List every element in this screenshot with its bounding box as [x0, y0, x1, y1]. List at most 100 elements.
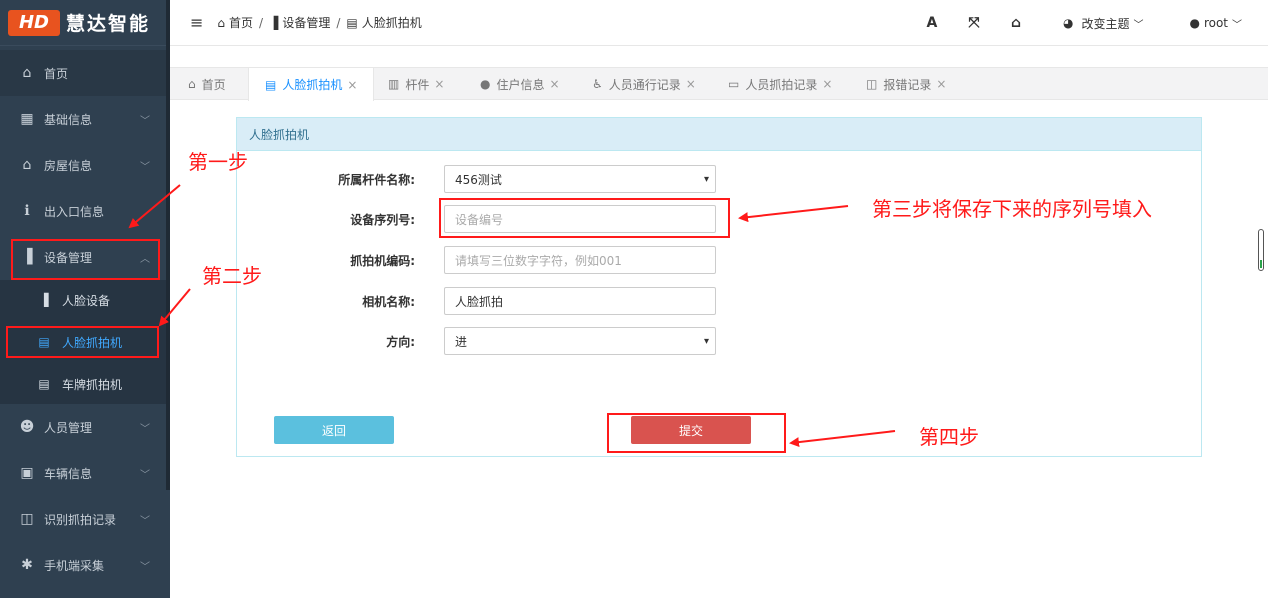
sidebar: HD 慧达智能 ⌂ 首页 ▦ 基础信息 ﹀ ⌂ 房屋信息 ﹀ ℹ 出入口信息 ▐… [0, 0, 170, 598]
close-icon[interactable]: × [686, 77, 696, 91]
sidebar-item-label: 首页 [44, 66, 69, 81]
tab-error-records[interactable]: ◫ 报错记录 × [866, 68, 946, 100]
tab-person-pass-records[interactable]: ♿ 人员通行记录 × [592, 68, 696, 100]
top-header: ≡ ⌂ 首页 / ▐ 设备管理 / ▤ 人脸抓拍机 A ⤧ ⌂ ◕ 改变主题 ﹀… [170, 0, 1268, 46]
breadcrumb: ⌂ 首页 / ▐ 设备管理 / ▤ 人脸抓拍机 [217, 14, 421, 31]
logo: HD 慧达智能 [0, 0, 170, 46]
theme-dropdown[interactable]: ◕ 改变主题 ﹀ [1063, 15, 1144, 32]
user-menu[interactable]: ● root ﹀ [1189, 16, 1242, 31]
sidebar-item-home[interactable]: ⌂ 首页 [0, 50, 166, 96]
close-icon[interactable]: × [550, 77, 560, 91]
tab-bar: ⌂ 首页 ▤ 人脸抓拍机 × ▥ 杆件 × ● 住户信息 × ♿ 人员通行记录 … [170, 67, 1268, 101]
annotation-box-face-camera [6, 326, 159, 358]
chevron-down-icon: ﹀ [140, 515, 150, 527]
form-row-camera-name: 相机名称: 人脸抓拍 [237, 287, 1203, 315]
field-label: 方向: [386, 334, 415, 349]
chevron-down-icon: ▾ [703, 335, 709, 347]
palette-icon: ◕ [1062, 16, 1074, 30]
breadcrumb-item[interactable]: 首页 [229, 14, 253, 31]
users-icon: ☻ [19, 419, 35, 435]
direction-select[interactable]: 进 ▾ [444, 327, 716, 355]
field-label: 设备序列号: [350, 212, 415, 227]
back-button[interactable]: 返回 [274, 416, 394, 444]
chevron-down-icon: ﹀ [140, 561, 150, 573]
chevron-down-icon: ﹀ [140, 469, 150, 481]
close-icon[interactable]: × [822, 77, 832, 91]
form-row-camera-code: 抓拍机编码: 请填写三位数字字符，例如001 [237, 246, 1203, 274]
camera-name-input[interactable]: 人脸抓拍 [444, 287, 716, 315]
sidebar-item-label: 车辆信息 [44, 466, 93, 481]
sidebar-item-label: 识别抓拍记录 [44, 512, 117, 527]
breadcrumb-separator: / [336, 15, 341, 30]
close-icon[interactable]: × [936, 77, 946, 91]
tab-pole[interactable]: ▥ 杆件 × [388, 68, 444, 100]
logo-name: 慧达智能 [66, 13, 151, 35]
annotation-step3: 第三步将保存下来的序列号填入 [872, 197, 1152, 221]
annotation-step2: 第二步 [202, 264, 262, 288]
camera-code-input[interactable]: 请填写三位数字字符，例如001 [444, 246, 716, 274]
breadcrumb-item: 人脸抓拍机 [361, 16, 422, 30]
camera-name-value: 人脸抓拍 [455, 294, 504, 309]
sidebar-item-entrance-info[interactable]: ℹ 出入口信息 [0, 188, 166, 234]
panel-title: 人脸抓拍机 [237, 118, 1201, 151]
tab-home[interactable]: ⌂ 首页 [188, 68, 226, 100]
font-size-icon[interactable]: A [911, 15, 953, 31]
home-icon: ⌂ [217, 15, 226, 30]
file-icon: ▤ [38, 377, 50, 391]
home-icon[interactable]: ⌂ [995, 15, 1037, 31]
chevron-down-icon: ﹀ [140, 161, 150, 173]
sidebar-item-house-info[interactable]: ⌂ 房屋信息 ﹀ [0, 142, 166, 188]
submenu-item-plate-camera[interactable]: ▤ 车牌抓拍机 [0, 364, 166, 404]
tab-face-camera[interactable]: ▤ 人脸抓拍机 × [248, 68, 375, 101]
tab-label: 人脸抓拍机 [282, 78, 343, 92]
tab-resident-info[interactable]: ● 住户信息 × [480, 68, 560, 100]
pole-select-value: 456测试 [455, 172, 502, 187]
submenu-item-face-device[interactable]: ▐ 人脸设备 [0, 280, 166, 320]
chevron-down-icon: ﹀ [140, 115, 150, 127]
logo-mark: HD [8, 9, 60, 36]
sidebar-item-mobile-collect[interactable]: ✱ 手机端采集 ﹀ [0, 542, 166, 588]
field-label: 抓拍机编码: [350, 253, 415, 268]
fullscreen-icon[interactable]: ⤧ [953, 15, 995, 31]
field-label: 相机名称: [362, 294, 415, 309]
tab-person-capture-records[interactable]: ▭ 人员抓拍记录 × [728, 68, 832, 100]
sidebar-item-label: 手机端采集 [44, 558, 105, 573]
tab-label: 住户信息 [496, 77, 545, 92]
pole-select[interactable]: 456测试 ▾ [444, 165, 716, 193]
submenu-item-label: 车牌抓拍机 [62, 377, 123, 392]
close-icon[interactable]: × [347, 78, 357, 92]
camera-code-placeholder: 请填写三位数字字符，例如001 [455, 253, 622, 268]
sidebar-item-capture-records[interactable]: ◫ 识别抓拍记录 ﹀ [0, 496, 166, 542]
user-icon: ● [1189, 16, 1200, 30]
chevron-down-icon: ﹀ [1232, 19, 1242, 31]
page-scrollbar[interactable] [1258, 229, 1264, 271]
direction-select-value: 进 [455, 334, 468, 349]
id-card-icon: ▭ [728, 77, 740, 91]
bug-icon: ✱ [21, 557, 33, 573]
info-icon: ℹ [24, 203, 30, 219]
home-icon: ⌂ [22, 157, 32, 173]
file-icon: ▤ [346, 15, 358, 30]
walk-icon: ♿ [592, 77, 603, 91]
home-icon: ⌂ [22, 65, 32, 81]
theme-label: 改变主题 [1081, 16, 1130, 31]
sidebar-item-label: 房屋信息 [44, 158, 93, 173]
form-row-pole: 所属杆件名称: 456测试 ▾ [237, 165, 1203, 193]
form-panel: 人脸抓拍机 所属杆件名称: 456测试 ▾ 设备序列号: 设备编号 抓拍机编码:… [236, 117, 1202, 457]
tab-label: 人员抓拍记录 [745, 77, 818, 92]
annotation-box-submit [607, 413, 786, 453]
breadcrumb-item[interactable]: 设备管理 [282, 14, 330, 31]
sidebar-item-label: 人员管理 [44, 420, 93, 435]
sidebar-item-vehicle-info[interactable]: ▣ 车辆信息 ﹀ [0, 450, 166, 496]
header-actions: A ⤧ ⌂ ◕ 改变主题 ﹀ ● root ﹀ [911, 0, 1268, 46]
menu-toggle-icon[interactable]: ≡ [190, 13, 203, 32]
sidebar-item-basic-info[interactable]: ▦ 基础信息 ﹀ [0, 96, 166, 142]
annotation-box-serial [439, 198, 730, 238]
sidebar-item-person-management[interactable]: ☻ 人员管理 ﹀ [0, 404, 166, 450]
close-icon[interactable]: × [434, 77, 444, 91]
building-icon: ▦ [20, 111, 34, 127]
home-icon: ⌂ [188, 77, 196, 91]
tab-label: 首页 [201, 77, 226, 92]
sidebar-item-label: 基础信息 [44, 112, 93, 127]
chevron-down-icon: ﹀ [140, 423, 150, 435]
